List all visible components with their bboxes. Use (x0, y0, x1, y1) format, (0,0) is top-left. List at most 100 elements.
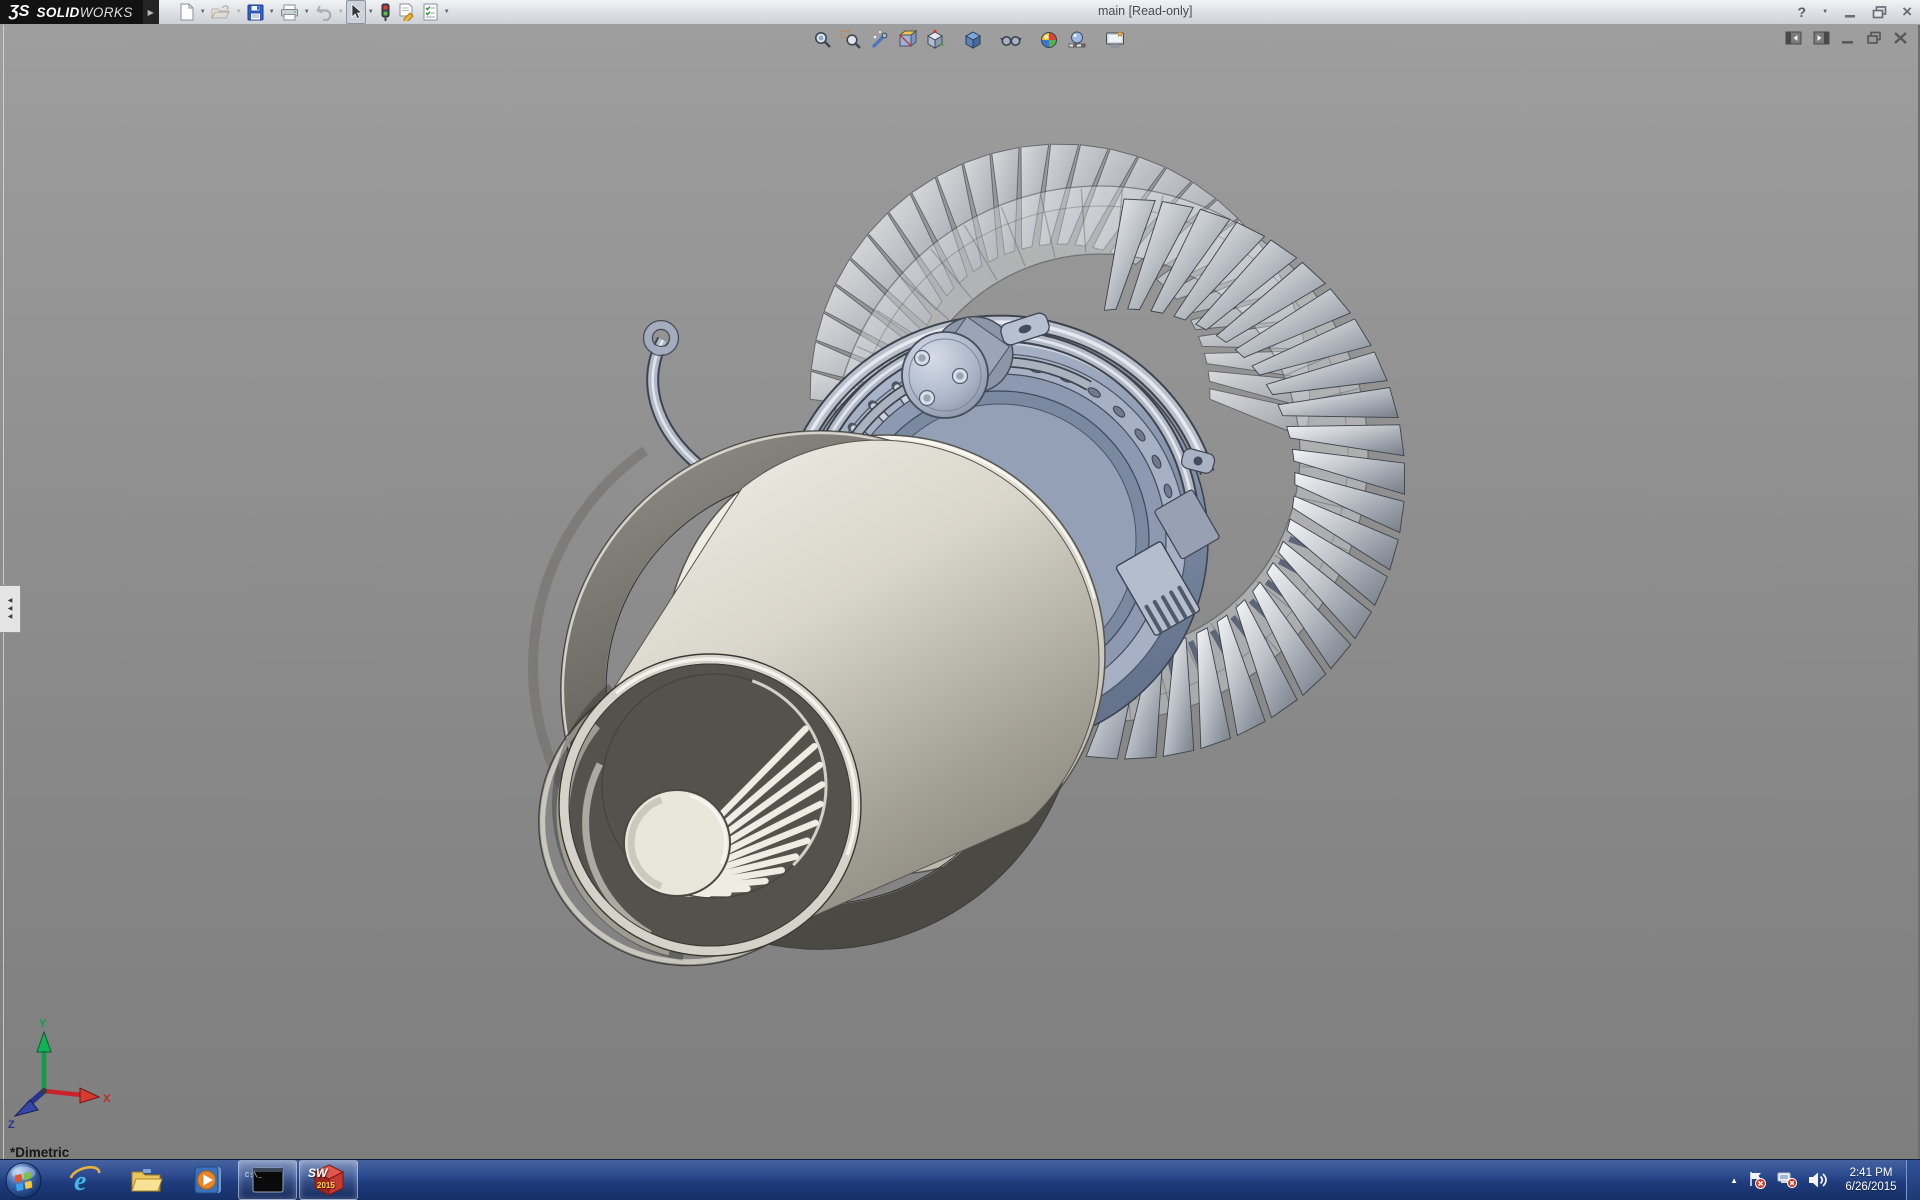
media-player-icon (194, 1166, 221, 1194)
undo-caret-icon[interactable]: ▼ (336, 1, 346, 23)
options-icon (423, 3, 438, 21)
section-view-button[interactable] (894, 27, 920, 53)
display-style-icon (964, 31, 981, 49)
windows-taskbar: e C:\_ SW 2015 ▲ 2:41 PM 6/26/2015 (0, 1159, 1920, 1200)
apply-scene-icon (1068, 31, 1086, 48)
nozzle-hub (623, 789, 731, 897)
new-document-button[interactable] (175, 0, 198, 24)
rebuild-button[interactable] (376, 0, 395, 24)
solidworks-window: ƷS SOLID WORKS ▶ ▼ ▼ ▼ ▼ ▼ ▼ ▼ main [Rea… (0, 0, 1920, 1200)
taskbar-windows-explorer[interactable] (116, 1160, 175, 1200)
menu-flyout-arrow-icon[interactable]: ▶ (142, 0, 159, 24)
undo-icon (315, 5, 332, 21)
eyeglasses-icon (1000, 36, 1022, 46)
network-error-icon[interactable] (1776, 1170, 1798, 1190)
restore-button[interactable] (1872, 5, 1887, 19)
triad-z-label: Z (8, 1119, 15, 1130)
traffic-light-icon (381, 3, 390, 21)
options-button[interactable] (419, 0, 442, 24)
view-orientation-label: *Dimetric (10, 1145, 70, 1160)
view-settings-icon (1106, 30, 1124, 48)
show-desktop-button[interactable] (1906, 1160, 1920, 1200)
pane-arrow-icon: ◀ (7, 605, 13, 612)
zoom-to-fit-button[interactable] (810, 27, 836, 53)
minimize-document-button[interactable] (1841, 31, 1855, 45)
open-caret-icon[interactable]: ▼ (234, 1, 244, 23)
open-document-icon (210, 4, 230, 18)
zoom-to-fit-icon (815, 32, 831, 48)
start-button[interactable] (5, 1162, 42, 1199)
hidden-icons-chevron[interactable]: ▲ (1730, 1176, 1738, 1185)
triad-y-label: Y (39, 1018, 47, 1030)
command-prompt-text: C:\_ (245, 1172, 262, 1180)
engine-3d-model[interactable] (0, 24, 1920, 1160)
view-orientation-icon (926, 29, 945, 49)
view-settings-button[interactable] (1102, 27, 1128, 53)
save-caret-icon[interactable]: ▼ (267, 1, 277, 23)
triad-x-label: X (103, 1093, 111, 1105)
hide-show-items-button[interactable] (998, 27, 1024, 53)
pane-arrow-icon: ◀ (7, 597, 13, 604)
appearance-sphere-icon (1041, 32, 1057, 48)
help-caret-icon[interactable]: ▼ (1821, 1, 1829, 23)
file-properties-button[interactable] (395, 0, 419, 24)
save-button[interactable] (244, 0, 267, 24)
window-title: main [Read-only] (1098, 4, 1193, 18)
display-style-button[interactable] (960, 27, 986, 53)
file-properties-icon (399, 3, 414, 21)
show-feature-pane-button[interactable] (1785, 31, 1802, 45)
select-caret-icon[interactable]: ▼ (366, 1, 376, 23)
select-button[interactable] (345, 0, 366, 24)
solidworks-badge-text: SW (308, 1166, 328, 1180)
solidworks-logo-mark: ƷS (9, 3, 30, 20)
open-document-button[interactable] (208, 0, 234, 24)
tray-time: 2:41 PM (1849, 1167, 1893, 1179)
close-button[interactable]: × (1902, 2, 1912, 22)
pane-arrow-icon: ◀ (7, 613, 13, 620)
folder-icon (130, 1169, 163, 1192)
zoom-to-area-icon (840, 30, 861, 49)
help-button[interactable]: ? (1798, 4, 1807, 20)
undo-button[interactable] (312, 0, 336, 24)
command-prompt-icon (252, 1167, 283, 1193)
previous-view-icon (871, 30, 888, 49)
feature-pane-collapsed-tab[interactable]: ◀ ◀ ◀ (0, 585, 21, 633)
system-tray: ▲ 2:41 PM 6/26/2015 (1730, 1160, 1904, 1200)
orientation-triad: Y X Z (8, 1018, 111, 1130)
print-caret-icon[interactable]: ▼ (302, 1, 312, 23)
new-caret-icon[interactable]: ▼ (198, 1, 208, 23)
previous-view-button[interactable] (866, 27, 892, 53)
taskbar-buttons: e C:\_ SW 2015 (54, 1160, 359, 1200)
print-button[interactable] (277, 0, 302, 24)
minimize-button[interactable] (1844, 6, 1857, 19)
brand-works: WORKS (79, 4, 133, 20)
select-cursor-icon (351, 3, 363, 20)
restore-document-button[interactable] (1866, 31, 1882, 45)
apply-scene-button[interactable] (1064, 27, 1090, 53)
save-icon (247, 4, 264, 20)
graphics-viewport[interactable]: ◀ ◀ ◀ Y X Z *Dimetric (0, 24, 1920, 1160)
tray-clock[interactable]: 2:41 PM 6/26/2015 (1838, 1166, 1904, 1194)
document-window-controls (1785, 31, 1908, 45)
action-center-flag-icon[interactable] (1747, 1170, 1767, 1190)
solidworks-logo: ƷS SOLID WORKS (0, 0, 143, 24)
volume-icon[interactable] (1807, 1170, 1829, 1190)
new-document-icon (180, 3, 194, 21)
section-view-icon (898, 29, 918, 48)
internet-explorer-icon: e (69, 1165, 100, 1196)
taskbar-internet-explorer[interactable]: e (55, 1160, 114, 1200)
tray-date: 6/26/2015 (1845, 1181, 1897, 1193)
options-caret-icon[interactable]: ▼ (442, 1, 452, 23)
taskbar-media-player[interactable] (177, 1160, 236, 1200)
taskbar-command-prompt[interactable]: C:\_ (238, 1160, 297, 1200)
close-document-button[interactable] (1893, 31, 1908, 45)
taskbar-solidworks[interactable]: SW 2015 (299, 1160, 358, 1200)
brand-solid: SOLID (36, 4, 80, 20)
zoom-to-area-button[interactable] (838, 27, 864, 53)
edit-appearance-button[interactable] (1036, 27, 1062, 53)
print-icon (280, 4, 298, 20)
show-display-pane-button[interactable] (1813, 31, 1830, 45)
titlebar: ƷS SOLID WORKS ▶ ▼ ▼ ▼ ▼ ▼ ▼ ▼ main [Rea… (0, 0, 1920, 25)
main-toolbar: ▼ ▼ ▼ ▼ ▼ ▼ ▼ (175, 0, 452, 24)
view-orientation-button[interactable] (922, 27, 948, 53)
